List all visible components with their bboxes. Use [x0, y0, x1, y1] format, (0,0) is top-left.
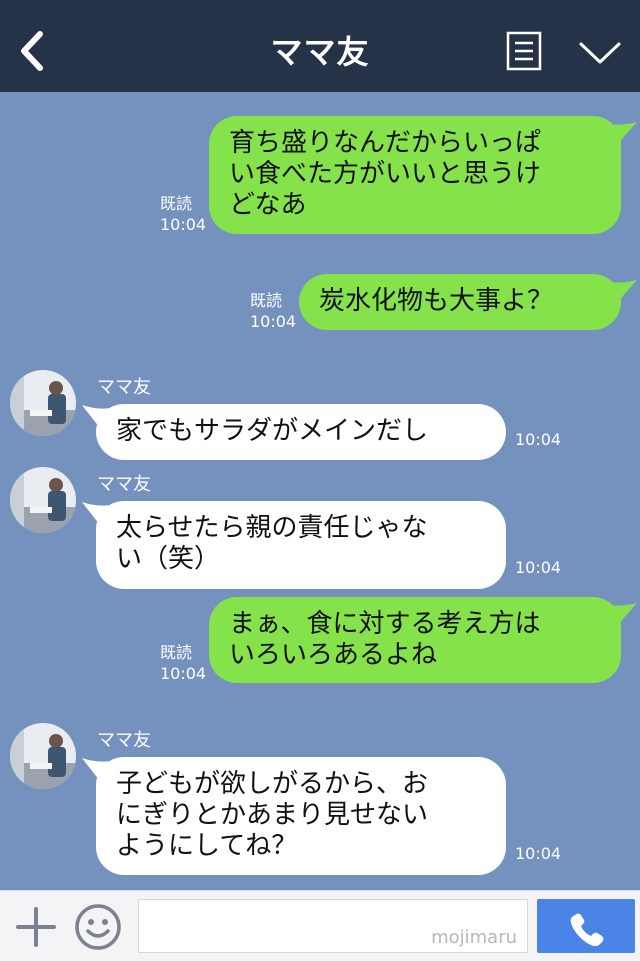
bubble-tail [604, 603, 637, 625]
chat-title: ママ友 [270, 33, 370, 71]
phone-icon [570, 913, 604, 947]
message-time: 10:04 [250, 312, 297, 331]
chat-header: ママ友 [0, 0, 640, 92]
bubble-tail [604, 280, 637, 302]
bubble-tail [604, 122, 637, 144]
message-bubble[interactable]: 育ち盛りなんだからいっぱ い食べた方がいいと思うけ どなあ [209, 116, 621, 234]
avatar[interactable] [10, 370, 76, 436]
input-bar: mojimaru [0, 890, 640, 961]
message-time: 10:04 [160, 215, 207, 234]
watermark-text: mojimaru [431, 927, 517, 948]
message-bubble[interactable]: まぁ、食に対する考え方は いろいろあるよね [209, 597, 621, 683]
call-button[interactable] [537, 899, 635, 953]
message-bubble[interactable]: 家でもサラダがメインだし [96, 404, 506, 460]
message-bubble[interactable]: 子どもが欲しがるから、お にぎりとかあまり見せない ようにしてね？ [96, 757, 506, 875]
sender-name: ママ友 [97, 730, 151, 751]
message-input[interactable]: mojimaru [138, 899, 528, 953]
message-bubble[interactable]: 炭水化物も大事よ？ [299, 274, 621, 330]
sender-name: ママ友 [97, 474, 151, 495]
avatar-photo [10, 370, 76, 436]
avatar[interactable] [10, 723, 76, 789]
message-time: 10:04 [515, 558, 562, 577]
message-bubble[interactable]: 太らせたら親の責任じゃな い（笑） [96, 501, 506, 589]
read-receipt: 既読 [160, 194, 193, 213]
avatar[interactable] [10, 467, 76, 533]
note-menu-icon[interactable] [506, 31, 542, 71]
sender-name: ママ友 [97, 377, 151, 398]
read-receipt: 既読 [250, 291, 283, 310]
avatar-photo [10, 723, 76, 789]
message-time: 10:04 [515, 844, 562, 863]
read-receipt: 既読 [160, 643, 193, 662]
chevron-down-icon[interactable] [578, 40, 622, 66]
message-time: 10:04 [515, 430, 562, 449]
emoji-icon[interactable] [74, 903, 122, 951]
message-time: 10:04 [160, 664, 207, 683]
avatar-photo [10, 467, 76, 533]
plus-icon[interactable] [14, 905, 58, 949]
